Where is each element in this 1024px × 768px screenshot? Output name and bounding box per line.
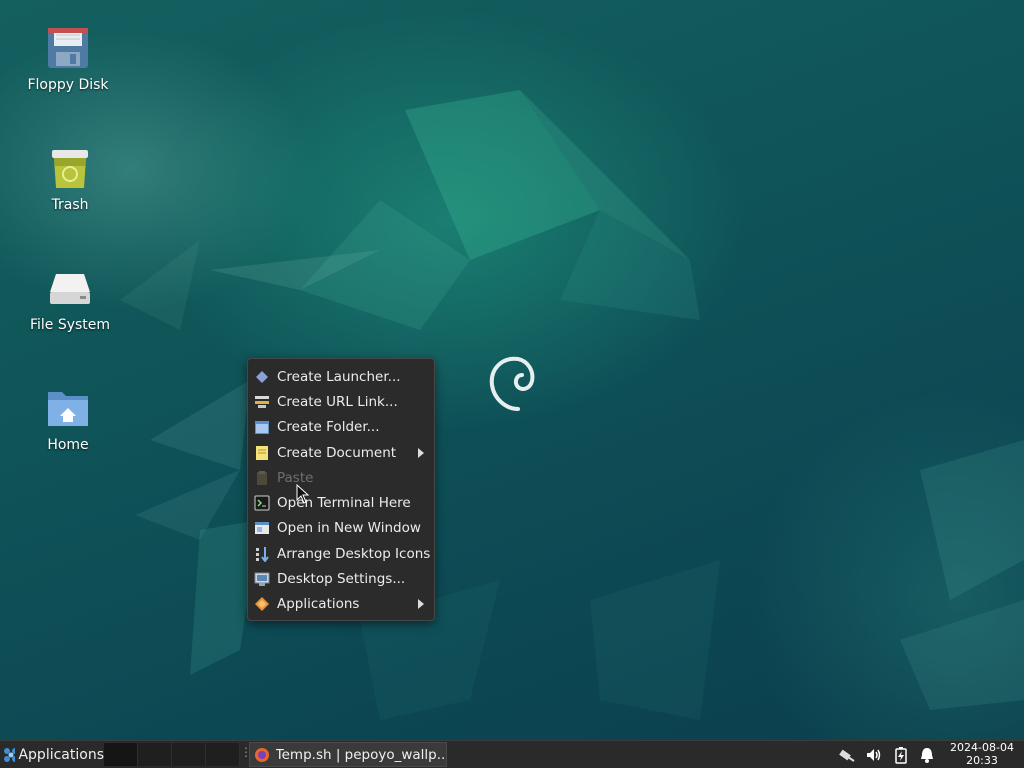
workspace-1[interactable] [104,743,138,766]
menu-item-open-terminal-here[interactable]: Open Terminal Here [248,490,434,515]
menu-item-label: Arrange Desktop Icons [277,545,431,562]
document-icon [254,445,270,461]
network-icon[interactable] [838,746,856,764]
launcher-icon [254,369,270,385]
mouse-cursor-icon [296,484,310,504]
submenu-arrow-icon [418,447,424,458]
desktop-icon-floppy-disk[interactable]: Floppy Disk [20,24,116,94]
hard-drive-icon [50,274,90,304]
folder-icon [254,419,270,435]
volume-icon[interactable] [865,746,883,764]
submenu-arrow-icon [418,599,424,610]
desktop-icon-label: Trash [51,197,89,213]
clock[interactable]: 2024-08-04 20:33 [944,741,1020,767]
menu-item-label: Create Document [277,444,397,461]
menu-item-applications[interactable]: Applications [248,592,434,617]
menu-item-create-launcher[interactable]: Create Launcher... [248,364,434,389]
arrange-icon [254,546,270,562]
menu-item-create-folder[interactable]: Create Folder... [248,415,434,440]
paste-icon [254,470,270,486]
terminal-icon [254,495,270,511]
applications-menu-label: Applications [18,746,104,763]
xfce-logo-icon [4,747,16,762]
menu-item-label: Applications [277,596,360,613]
workspace-2[interactable] [138,743,172,766]
menu-item-label: Create Launcher... [277,368,401,385]
menu-item-label: Create Folder... [277,419,380,436]
workspace-4[interactable] [206,743,240,766]
desktop-icon-label: Home [47,437,89,453]
menu-item-open-in-new-window[interactable]: Open in New Window [248,516,434,541]
trash-icon [52,150,88,188]
menu-item-paste: Paste [248,465,434,490]
menu-item-desktop-settings[interactable]: Desktop Settings... [248,566,434,591]
desktop-icon-trash[interactable]: Trash [22,144,118,214]
menu-item-label: Create URL Link... [277,393,398,410]
menu-item-label: Desktop Settings... [277,571,406,588]
battery-icon[interactable] [892,746,910,764]
desktop-icon-file-system[interactable]: File System [22,264,118,334]
firefox-icon [255,747,269,762]
url-link-icon [254,394,270,410]
clock-time: 20:33 [966,753,998,767]
menu-item-label: Open in New Window [277,520,421,537]
applications-menu-button[interactable]: Applications [0,741,104,768]
taskbar-window-title: Temp.sh | pepoyo_wallp... [275,746,446,763]
home-folder-icon [48,392,88,426]
taskbar-window-button[interactable]: Temp.sh | pepoyo_wallp... [249,742,447,767]
desktop-context-menu: Create Launcher... Create URL Link... Cr… [247,358,435,621]
applications-icon [254,596,270,612]
desktop-icon-label: File System [29,317,111,333]
desktop-icon-home[interactable]: Home [20,384,116,454]
debian-logo-icon [489,356,535,411]
menu-item-create-url-link[interactable]: Create URL Link... [248,389,434,414]
workspace-3[interactable] [172,743,206,766]
floppy-disk-icon [48,28,88,68]
desktop-settings-icon [254,571,270,587]
notifications-icon[interactable] [918,746,936,764]
menu-item-create-document[interactable]: Create Document [248,440,434,465]
desktop-icon-label: Floppy Disk [27,77,109,93]
new-window-icon [254,520,270,536]
clock-date: 2024-08-04 [950,741,1014,754]
menu-item-arrange-desktop-icons[interactable]: Arrange Desktop Icons [248,541,434,566]
taskbar: Applications ⋮ Temp.sh | pepoyo_wallp...… [0,740,1024,768]
